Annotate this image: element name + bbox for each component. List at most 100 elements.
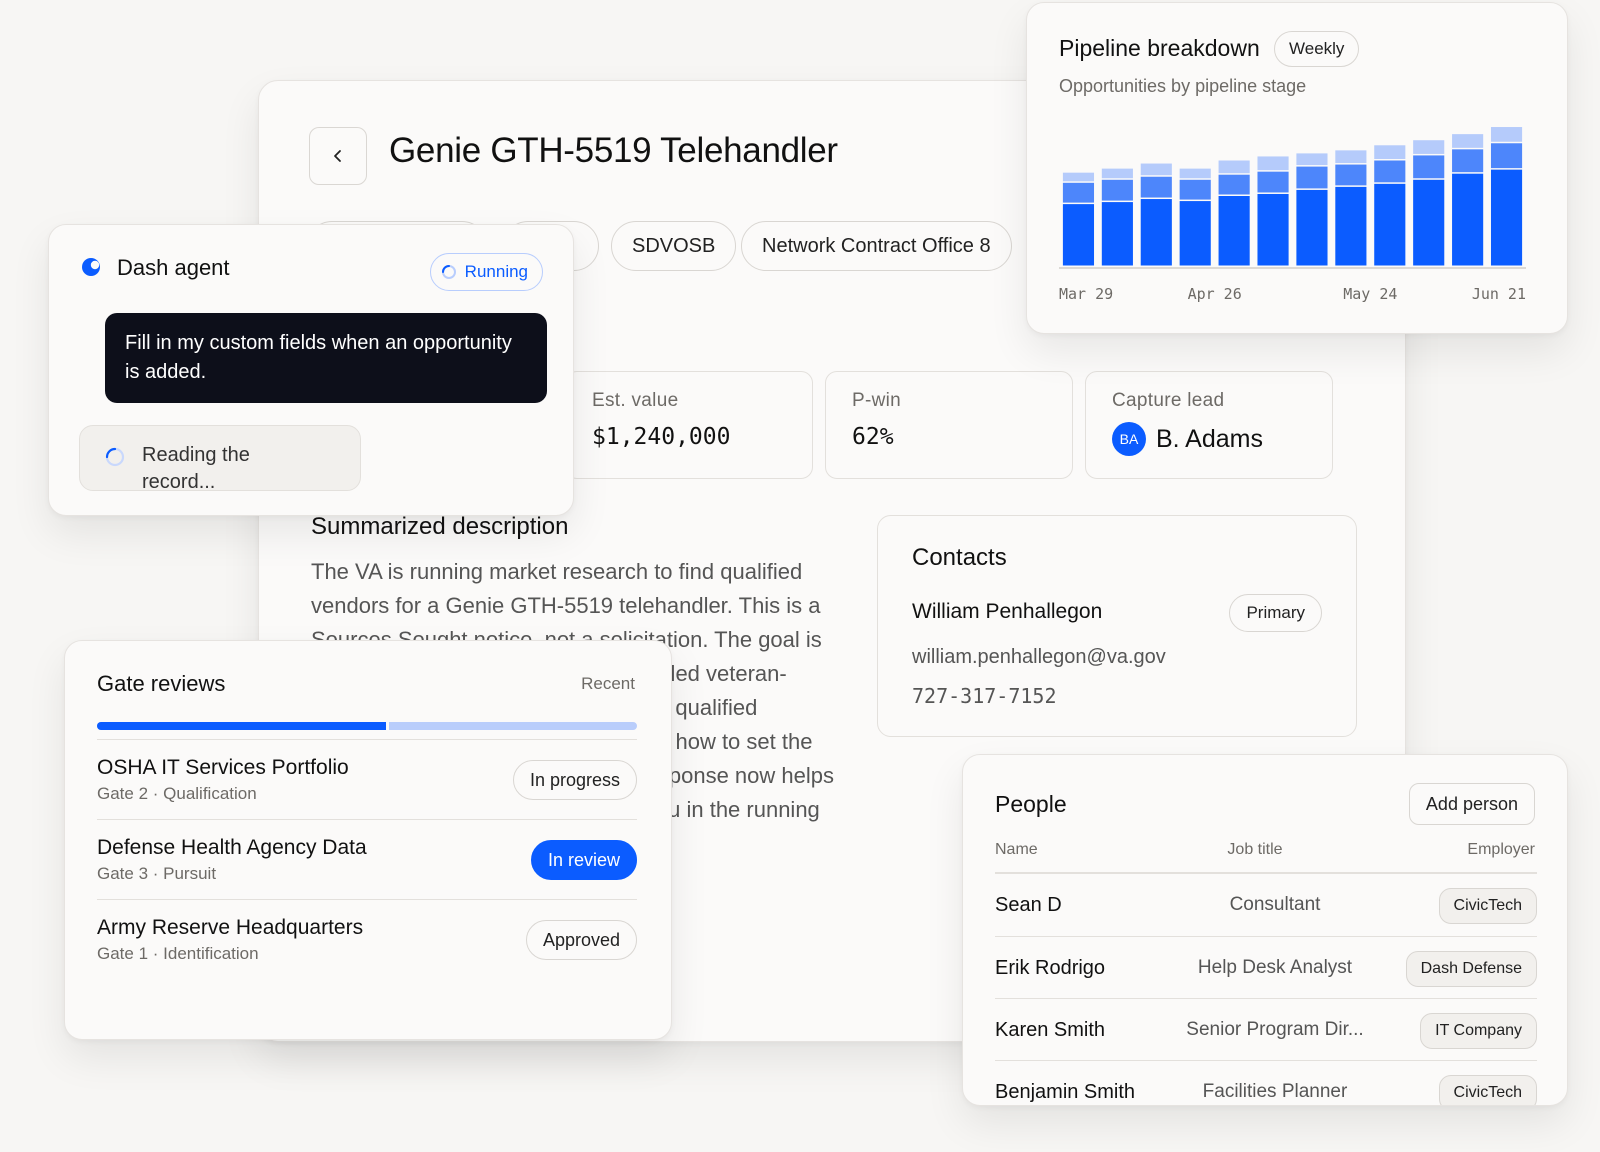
column-header-name[interactable]: Name — [995, 841, 1038, 859]
contact-phone[interactable]: 727-317-7152 — [912, 684, 1057, 708]
gate-stage: Gate 3 · Pursuit — [97, 864, 217, 883]
agent-step-label: Reading the record... — [142, 444, 250, 491]
bar-segment-stage-2[interactable] — [1490, 127, 1523, 142]
person-name: Karen Smith — [995, 1019, 1106, 1041]
metric-label: Capture lead — [1112, 390, 1225, 411]
x-tick-label: May 24 — [1343, 285, 1397, 303]
bar-segment-stage-0[interactable] — [1374, 183, 1406, 266]
table-row[interactable]: Benjamin Smith Facilities Planner CivicT… — [995, 1060, 1537, 1105]
gate-row[interactable]: Defense Health Agency Data Gate 3 · Purs… — [97, 819, 637, 899]
bar-segment-stage-1[interactable] — [1490, 143, 1523, 169]
metric-est-value: Est. value $1,240,000 — [565, 371, 813, 479]
metric-label: P-win — [852, 390, 902, 411]
sort-recent[interactable]: Recent — [581, 674, 635, 694]
period-badge[interactable]: Weekly — [1274, 31, 1360, 67]
gate-name: OSHA IT Services Portfolio — [97, 756, 349, 779]
table-row[interactable]: Karen Smith Senior Program Dir... IT Com… — [995, 998, 1537, 1060]
bar-segment-stage-0[interactable] — [1218, 196, 1250, 266]
contact-email[interactable]: william.penhallegon@va.gov — [912, 646, 1166, 669]
bar-segment-stage-2[interactable] — [1413, 140, 1445, 154]
contact-name[interactable]: William Penhallegon — [912, 600, 1102, 624]
bar-segment-stage-2[interactable] — [1140, 163, 1172, 176]
gate-progress-fill — [97, 722, 389, 730]
bar-segment-stage-0[interactable] — [1179, 201, 1211, 266]
bar-segment-stage-1[interactable] — [1296, 166, 1328, 189]
bar-segment-stage-2[interactable] — [1257, 156, 1289, 171]
back-button[interactable] — [309, 127, 367, 185]
bar-segment-stage-1[interactable] — [1257, 171, 1289, 193]
person-job: Senior Program Dir... — [1186, 1019, 1364, 1040]
bar-segment-stage-1[interactable] — [1374, 160, 1406, 183]
status-label: Running — [464, 262, 528, 281]
x-tick-label: Mar 29 — [1059, 285, 1113, 303]
bar-segment-stage-0[interactable] — [1413, 179, 1445, 266]
person-job: Facilities Planner — [1202, 1081, 1348, 1102]
table-row[interactable]: Sean D Consultant CivicTech — [995, 874, 1537, 936]
bar-segment-stage-2[interactable] — [1452, 134, 1484, 148]
pipeline-title: Pipeline breakdown — [1059, 35, 1260, 61]
bar-segment-stage-0[interactable] — [1257, 193, 1289, 266]
employer-badge: CivicTech — [1438, 888, 1537, 924]
status-badge: In review — [530, 840, 637, 880]
table-row[interactable]: Erik Rodrigo Help Desk Analyst Dash Defe… — [995, 936, 1537, 998]
bar-segment-stage-0[interactable] — [1062, 204, 1095, 266]
gate-row[interactable]: Army Reserve Headquarters Gate 1 · Ident… — [97, 899, 637, 979]
agent-step-indicator: Reading the record... — [79, 425, 361, 491]
gate-reviews-title: Gate reviews — [97, 671, 226, 696]
running-status-badge: Running — [429, 253, 543, 291]
capture-lead-row[interactable]: BA B. Adams — [1112, 422, 1306, 456]
contacts-panel: Contacts William Penhallegon Primary wil… — [877, 515, 1357, 737]
employer-badge: CivicTech — [1438, 1075, 1537, 1105]
employer-badge: Dash Defense — [1405, 951, 1537, 987]
bar-segment-stage-2[interactable] — [1179, 168, 1211, 179]
bar-segment-stage-1[interactable] — [1413, 155, 1445, 179]
bar-segment-stage-1[interactable] — [1101, 179, 1133, 201]
spinner-icon — [441, 265, 456, 279]
avatar: BA — [1112, 422, 1146, 456]
bar-segment-stage-0[interactable] — [1335, 186, 1367, 266]
contacts-title: Contacts — [912, 544, 1007, 571]
metric-pwin: P-win 62% — [825, 371, 1073, 479]
tag-sdvosb[interactable]: SDVOSB — [611, 221, 737, 271]
bar-segment-stage-2[interactable] — [1218, 160, 1250, 174]
x-tick-label: Apr 26 — [1188, 285, 1242, 303]
bar-segment-stage-2[interactable] — [1374, 145, 1406, 159]
bar-segment-stage-1[interactable] — [1218, 174, 1250, 195]
agent-title: Dash agent — [117, 255, 230, 280]
bar-segment-stage-1[interactable] — [1179, 179, 1211, 200]
bar-segment-stage-2[interactable] — [1062, 172, 1095, 182]
gate-name: Army Reserve Headquarters — [97, 916, 364, 939]
column-header-employer[interactable]: Employer — [1467, 841, 1535, 859]
bar-segment-stage-0[interactable] — [1452, 173, 1484, 266]
spinner-icon — [105, 447, 125, 467]
bar-segment-stage-2[interactable] — [1101, 168, 1133, 179]
status-badge: Approved — [525, 920, 637, 960]
bar-segment-stage-1[interactable] — [1062, 182, 1095, 203]
add-person-button[interactable]: Add person — [1408, 783, 1535, 825]
status-badge: In progress — [512, 760, 637, 800]
primary-badge: Primary — [1229, 594, 1322, 632]
bar-segment-stage-1[interactable] — [1140, 176, 1172, 198]
agent-prompt-message: Fill in my custom fields when an opportu… — [105, 313, 547, 403]
gate-stage: Gate 2 · Qualification — [97, 784, 257, 803]
gate-row[interactable]: OSHA IT Services Portfolio Gate 2 · Qual… — [97, 739, 637, 819]
bar-segment-stage-1[interactable] — [1335, 164, 1367, 186]
chevron-left-icon — [334, 150, 341, 162]
x-tick-label: Jun 21 — [1472, 285, 1526, 303]
tag-contract-office[interactable]: Network Contract Office 8 — [741, 221, 1012, 271]
bar-segment-stage-0[interactable] — [1140, 199, 1172, 266]
bar-segment-stage-0[interactable] — [1490, 169, 1523, 266]
metric-value: 62% — [852, 424, 894, 450]
bar-segment-stage-2[interactable] — [1296, 153, 1328, 166]
column-header-job[interactable]: Job title — [1195, 841, 1315, 859]
pipeline-subtitle: Opportunities by pipeline stage — [1059, 76, 1307, 96]
bar-segment-stage-0[interactable] — [1101, 202, 1133, 266]
bar-segment-stage-2[interactable] — [1335, 150, 1367, 164]
description-title: Summarized description — [311, 513, 569, 540]
metric-value: $1,240,000 — [592, 424, 731, 450]
bar-segment-stage-0[interactable] — [1296, 189, 1328, 266]
person-name: Sean D — [995, 894, 1062, 916]
agent-logo-icon — [82, 258, 100, 276]
people-card: People Add person Name Job title Employe… — [962, 754, 1568, 1106]
bar-segment-stage-1[interactable] — [1452, 149, 1484, 173]
